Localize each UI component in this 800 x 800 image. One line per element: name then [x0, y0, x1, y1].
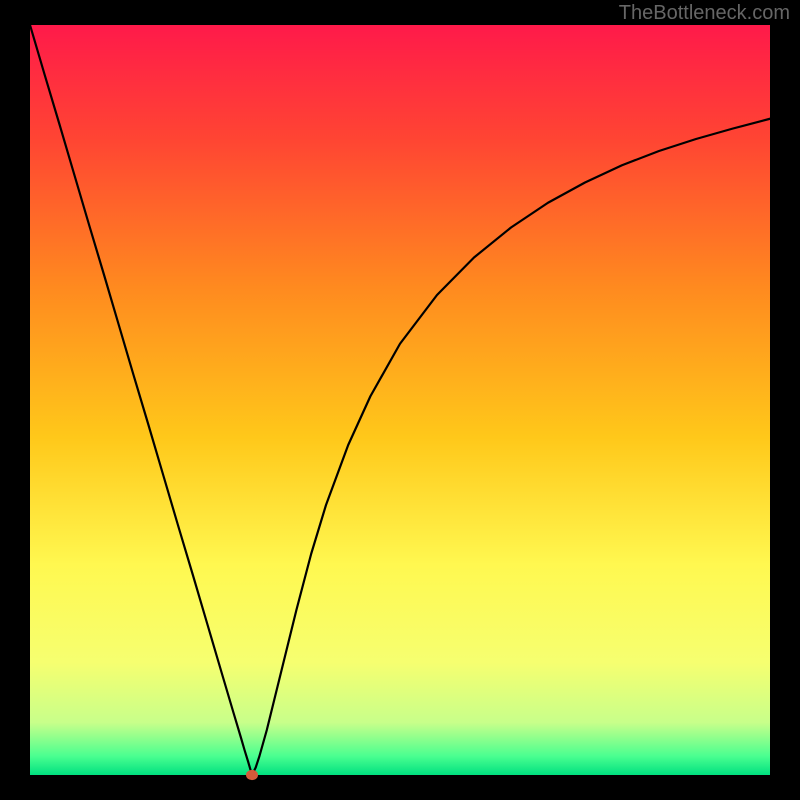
- chart-frame: TheBottleneck.com: [0, 0, 800, 800]
- chart-svg: [0, 0, 800, 800]
- optimum-marker: [246, 770, 258, 780]
- watermark-text: TheBottleneck.com: [619, 2, 790, 25]
